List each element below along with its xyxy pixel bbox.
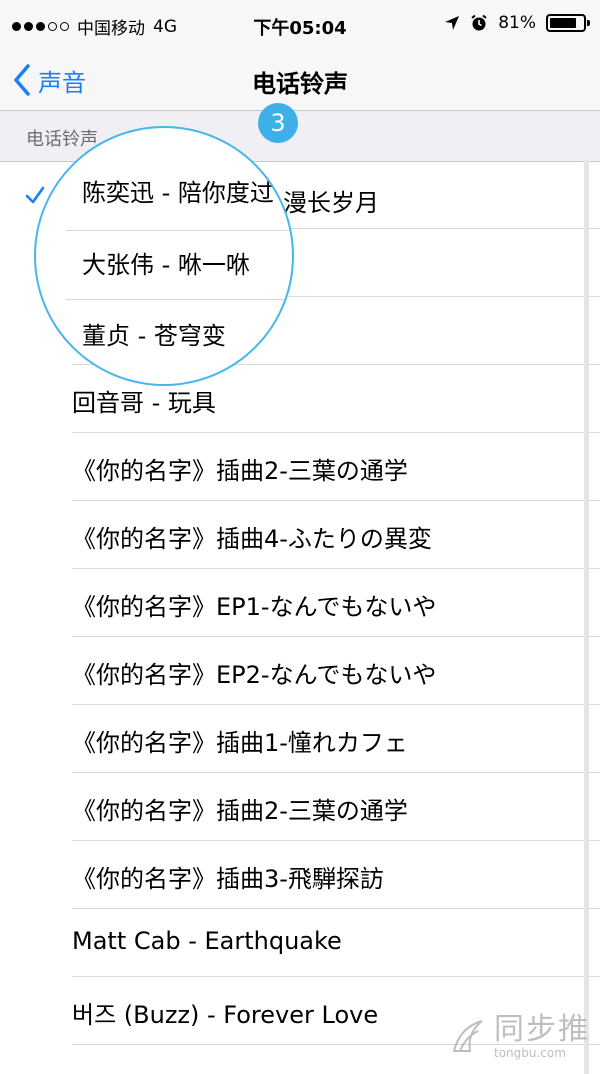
callout-item: 陈奕迅 - 陪你度过 [82, 179, 274, 207]
ringtone-row[interactable]: 回音哥 - 玩具 [0, 365, 600, 433]
checkmark-icon [25, 186, 45, 204]
section-header-label: 电话铃声 [26, 129, 98, 150]
ringtone-label: 回音哥 - 玩具 [72, 389, 216, 417]
battery-percent: 81% [498, 13, 536, 33]
scrollbar[interactable] [584, 160, 589, 1074]
alarm-clock-icon [471, 14, 487, 31]
status-bar: 中国移动 4G 下午05:04 81% [0, 0, 600, 52]
ringtone-label: 《你的名字》插曲1-憧れカフェ [72, 729, 408, 757]
navigation-bar: 声音 电话铃声 [0, 52, 600, 111]
location-arrow-icon [445, 16, 460, 30]
ringtone-label: 《你的名字》插曲3-飛騨探訪 [72, 865, 384, 893]
ringtone-row[interactable]: 《你的名字》EP2-なんでもないや [0, 637, 600, 705]
ringtone-row[interactable]: 《你的名字》插曲2-三葉の通学 [0, 773, 600, 841]
ringtone-label: 《你的名字》EP2-なんでもないや [72, 661, 437, 689]
ringtone-row[interactable]: 《你的名字》EP1-なんでもないや [0, 569, 600, 637]
ringtone-label: 《你的名字》插曲2-三葉の通学 [72, 797, 408, 825]
ringtone-label: 《你的名字》插曲4-ふたりの異変 [72, 525, 432, 553]
ringtone-row[interactable]: Matt Cab - Earthquake [0, 909, 600, 977]
ringtone-row[interactable]: 《你的名字》插曲2-三葉の通学 [0, 433, 600, 501]
callout-item: 董贞 - 苍穹变 [82, 322, 226, 350]
ringtone-label: 漫长岁月 [283, 189, 379, 217]
ringtone-label: Matt Cab - Earthquake [72, 927, 342, 955]
callout-divider [66, 299, 292, 300]
battery-icon [546, 14, 590, 32]
callout-magnifier: 陈奕迅 - 陪你度过 大张伟 - 咻一咻 董贞 - 苍穹变 [34, 126, 294, 386]
ringtone-row[interactable]: 《你的名字》插曲1-憧れカフェ [0, 705, 600, 773]
callout-divider [66, 230, 292, 231]
watermark-name: 同步推 [494, 1012, 590, 1047]
watermark-url: tongbu.com [494, 1046, 566, 1060]
status-right: 81% [444, 13, 590, 33]
page-title: 电话铃声 [252, 70, 348, 98]
callout-item: 大张伟 - 咻一咻 [82, 251, 250, 279]
ringtone-label: 《你的名字》EP1-なんでもないや [72, 593, 437, 621]
ringtone-label: 버즈 (Buzz) - Forever Love [72, 1001, 379, 1029]
ringtone-row[interactable]: 《你的名字》插曲3-飛騨探訪 [0, 841, 600, 909]
step-number-badge: 3 [258, 103, 298, 143]
ringtone-label: 《你的名字》插曲2-三葉の通学 [72, 457, 408, 485]
ringtone-row[interactable]: 《你的名字》插曲4-ふたりの異変 [0, 501, 600, 569]
tongbu-logo-icon [452, 1020, 483, 1052]
watermark: 同步推 tongbu.com [448, 1014, 590, 1060]
